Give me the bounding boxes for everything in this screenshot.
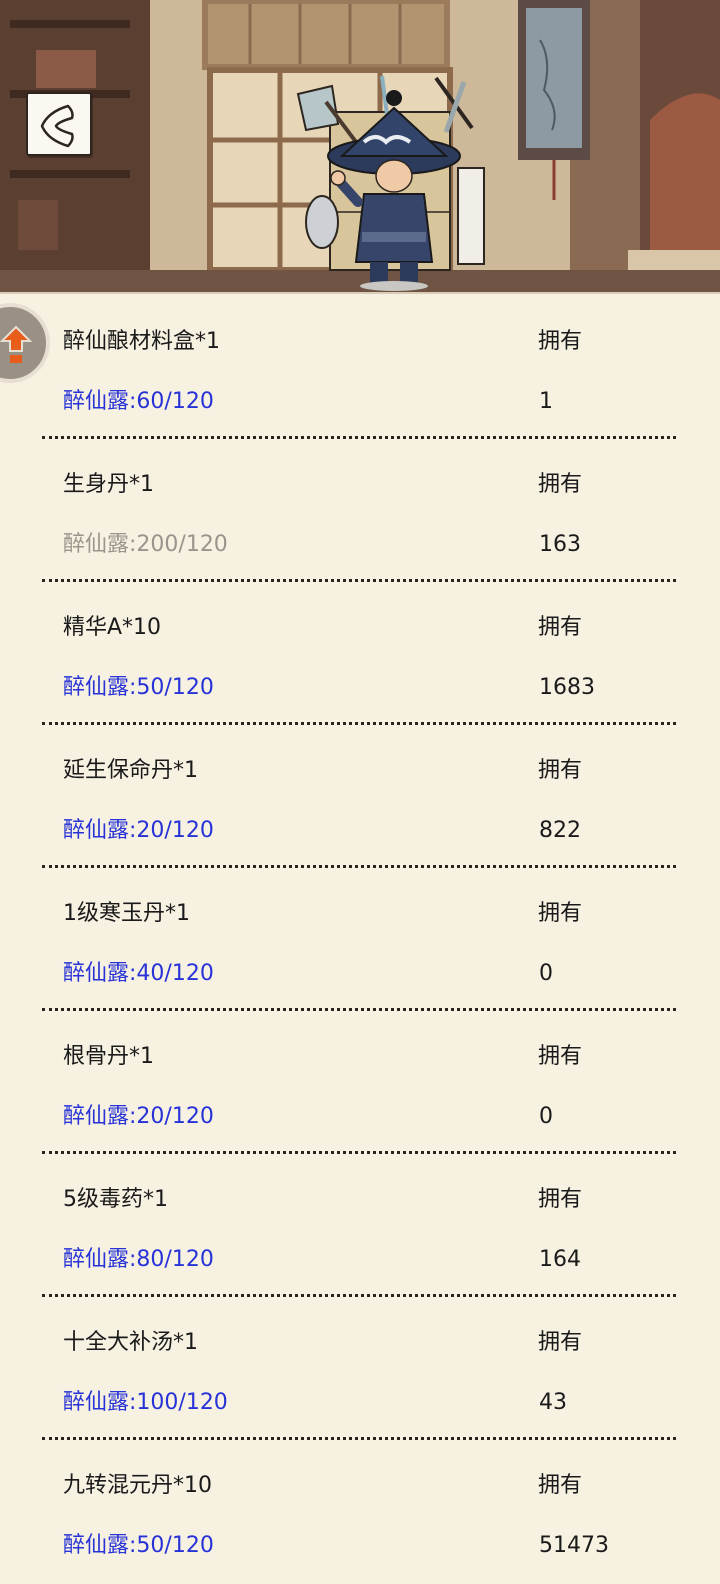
list-item[interactable]: 5级毒药*1 拥有 醉仙露:80/120 164 xyxy=(0,1154,720,1297)
list-item[interactable]: 十全大补汤*1 拥有 醉仙露:100/120 43 xyxy=(0,1297,720,1440)
owned-label: 拥有 xyxy=(538,615,583,640)
item-cost: 醉仙露:40/120 xyxy=(63,961,214,986)
owned-label: 拥有 xyxy=(538,1330,583,1355)
list-item[interactable]: 九转混元丹*10 拥有 醉仙露:50/120 51473 xyxy=(0,1440,720,1583)
list-item[interactable]: 根骨丹*1 拥有 醉仙露:20/120 0 xyxy=(0,1011,720,1154)
item-cost: 醉仙露:50/120 xyxy=(63,675,214,700)
shop-screen: 醉仙酿材料盒*1 拥有 醉仙露:60/120 1 生身丹*1 拥有 醉仙露:20… xyxy=(0,0,720,1584)
item-cost: 醉仙露:20/120 xyxy=(63,1104,214,1129)
owned-count: 164 xyxy=(539,1247,581,1272)
item-cost: 醉仙露:50/120 xyxy=(63,1533,214,1558)
item-name: 延生保命丹*1 xyxy=(63,758,198,783)
owned-count: 1 xyxy=(539,389,553,414)
item-cost: 醉仙露:20/120 xyxy=(63,818,214,843)
item-name: 精华A*10 xyxy=(63,615,162,640)
item-name: 九转混元丹*10 xyxy=(63,1473,212,1498)
owned-count: 43 xyxy=(539,1390,567,1415)
back-button[interactable] xyxy=(26,92,92,156)
exchange-item-list: 醉仙酿材料盒*1 拥有 醉仙露:60/120 1 生身丹*1 拥有 醉仙露:20… xyxy=(0,296,720,1583)
owned-count: 0 xyxy=(539,1104,553,1129)
item-cost: 醉仙露:60/120 xyxy=(63,389,214,414)
item-name: 生身丹*1 xyxy=(63,472,154,497)
owned-label: 拥有 xyxy=(538,1187,583,1212)
item-name: 1级寒玉丹*1 xyxy=(63,901,190,926)
shop-header-scene xyxy=(0,0,720,292)
owned-label: 拥有 xyxy=(538,901,583,926)
owned-label: 拥有 xyxy=(538,472,583,497)
owned-label: 拥有 xyxy=(538,1044,583,1069)
owned-count: 822 xyxy=(539,818,581,843)
owned-count: 1683 xyxy=(539,675,595,700)
item-name: 十全大补汤*1 xyxy=(63,1330,198,1355)
item-cost: 醉仙露:200/120 xyxy=(63,532,228,557)
item-name: 根骨丹*1 xyxy=(63,1044,154,1069)
owned-count: 51473 xyxy=(539,1533,609,1558)
list-item[interactable]: 醉仙酿材料盒*1 拥有 醉仙露:60/120 1 xyxy=(0,296,720,439)
arrow-loop-icon xyxy=(0,325,33,363)
owned-label: 拥有 xyxy=(538,329,583,354)
list-item[interactable]: 延生保命丹*1 拥有 醉仙露:20/120 822 xyxy=(0,725,720,868)
owned-label: 拥有 xyxy=(538,1473,583,1498)
list-item[interactable]: 生身丹*1 拥有 醉仙露:200/120 163 xyxy=(0,439,720,582)
item-name: 5级毒药*1 xyxy=(63,1187,168,1212)
list-item[interactable]: 精华A*10 拥有 醉仙露:50/120 1683 xyxy=(0,582,720,725)
owned-label: 拥有 xyxy=(538,758,583,783)
list-item[interactable]: 1级寒玉丹*1 拥有 醉仙露:40/120 0 xyxy=(0,868,720,1011)
chevron-left-icon xyxy=(40,104,74,148)
item-name: 醉仙酿材料盒*1 xyxy=(63,329,220,354)
owned-count: 0 xyxy=(539,961,553,986)
item-cost: 醉仙露:100/120 xyxy=(63,1390,228,1415)
item-cost: 醉仙露:80/120 xyxy=(63,1247,214,1272)
owned-count: 163 xyxy=(539,532,581,557)
merchant-character xyxy=(296,75,485,291)
